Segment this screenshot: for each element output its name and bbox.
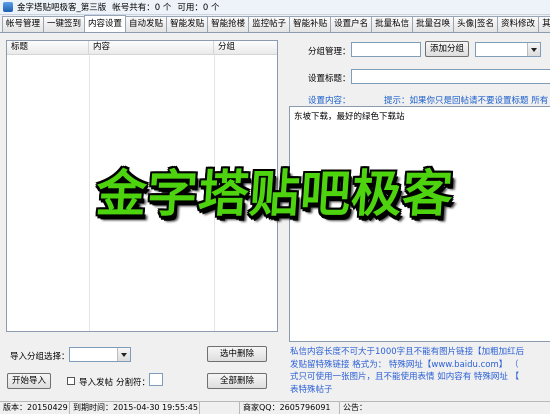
notice-label: 公告： [343,403,367,412]
column-divider [89,55,90,331]
status-bar: 版本：20150429 到期时间：2015-04-30 19:55:45 商家Q… [0,401,550,414]
note-line: 表特殊帖子 [290,384,333,395]
column-divider [214,55,215,331]
column-group[interactable]: 分组 [214,41,277,54]
account-usable: 可用：0 个 [177,3,220,13]
separator-label: 分割符： [116,378,151,388]
expire-segment: 到期时间：2015-04-30 19:55:45 [70,402,200,414]
import-group-select[interactable] [69,347,131,362]
note-line: 私信内容长度不可大于1000字且不能有图片链接【加粗加红后 [290,347,525,357]
delete-all-button[interactable]: 全部删除 [207,373,267,389]
chevron-down-icon[interactable] [117,348,130,361]
merchant-segment: 商家QQ：2605796091 [240,402,340,414]
group-manage-label: 分组管理： [308,47,351,57]
set-content-label: 设置内容： [308,96,351,106]
version-segment: 版本：20150429 [0,402,70,414]
title-input[interactable] [351,69,550,84]
content-list[interactable]: 标题 内容 分组 [6,40,278,332]
tab-one-click-signin[interactable]: 一键签到 [43,16,86,32]
window-title: 金字塔贴吧极客_第三版 [17,3,107,13]
import-post-label: 导入发帖 [79,378,114,388]
tab-bulk-message[interactable]: 批量私信 [371,16,414,32]
title-bar: 金字塔贴吧极客_第三版 帐号共有：0 个 可用：0 个 [0,0,550,15]
note-line: 式只可使用一张图片，且不能使用表情 如内容有 特殊网址 【 [290,372,520,382]
column-content[interactable]: 内容 [89,41,214,54]
tab-profile-edit[interactable]: 资料修改 [497,16,540,32]
merchant-value: 2605796091 [279,403,331,412]
account-total: 帐号共有：0 个 [112,3,172,13]
tab-content-settings[interactable]: 内容设置 [84,15,127,32]
list-header: 标题 内容 分组 [7,41,277,55]
chevron-down-icon[interactable] [527,43,540,56]
group-select[interactable] [475,42,541,57]
delete-selected-button[interactable]: 选中删除 [207,346,267,362]
tab-smart-grab-floor[interactable]: 智能抢楼 [207,16,250,32]
tab-avatar-signature[interactable]: 头像|签名 [453,16,499,32]
tab-other[interactable]: 其他 [538,16,550,32]
expire-label: 到期时间： [73,403,113,412]
column-title[interactable]: 标题 [7,41,89,54]
version-value: 20150429 [27,403,68,412]
import-post-checkbox[interactable] [67,377,75,385]
content-hint: 提示：如果你只是回帖请不要设置标题 所有（ [384,96,550,106]
set-title-label: 设置标题： [308,74,351,84]
tab-bulk-summon[interactable]: 批量召唤 [412,16,455,32]
tab-smart-post[interactable]: 智能发贴 [166,16,209,32]
content-textarea[interactable]: 东坡下载，最好的绿色下载站 [289,106,550,342]
merchant-label: 商家QQ： [243,403,280,412]
status-spacer [200,402,240,414]
tab-smart-bump[interactable]: 智能补贴 [289,16,332,32]
group-name-input[interactable] [351,42,421,57]
usage-note: 私信内容长度不可大于1000字且不能有图片链接【加粗加红后 发贴留特殊链接 格式… [290,346,550,396]
notice-segment: 公告： [340,402,550,414]
import-group-label: 导入分组选择： [10,352,70,362]
tab-monitor-posts[interactable]: 监控帖子 [248,16,291,32]
tab-auto-post[interactable]: 自动发贴 [125,16,168,32]
separator-input[interactable] [149,373,163,386]
expire-value: 2015-04-30 19:55:45 [113,403,198,412]
start-import-button[interactable]: 开始导入 [7,373,51,389]
app-icon [3,2,13,12]
tab-set-username[interactable]: 设置户名 [330,16,373,32]
note-line: 发贴留特殊链接 格式为： 特殊网址【www.baidu.com】 （ [290,359,519,370]
add-group-button[interactable]: 添加分组 [425,41,469,57]
content-text: 东坡下载，最好的绿色下载站 [294,112,405,122]
version-label: 版本： [3,403,27,412]
tab-account-manage[interactable]: 帐号管理 [2,16,45,32]
tab-bar: 帐号管理 一键签到 内容设置 自动发贴 智能发贴 智能抢楼 监控帖子 智能补贴 … [0,15,550,33]
